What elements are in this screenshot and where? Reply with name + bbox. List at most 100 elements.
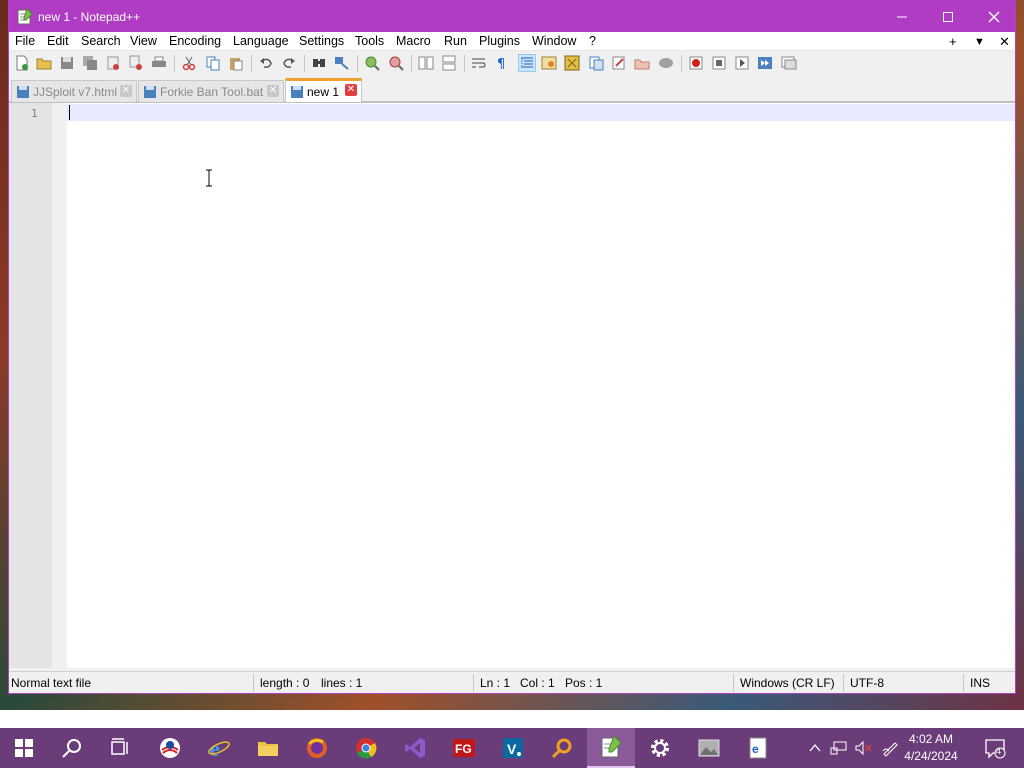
maximize-button[interactable] (925, 1, 971, 32)
tab-close-icon[interactable]: ✕ (120, 85, 132, 97)
taskbar-app-notepadpp[interactable] (587, 728, 635, 768)
function-list-icon[interactable] (587, 54, 605, 72)
add-tab-button[interactable]: + (949, 34, 957, 49)
find-icon[interactable] (310, 54, 328, 72)
taskbar-app-script-editor[interactable]: e (734, 728, 782, 768)
folder-icon[interactable] (633, 54, 651, 72)
user-language-icon[interactable] (540, 54, 558, 72)
menu-file[interactable]: File (15, 34, 35, 48)
clock-time[interactable]: 4:02 AM (896, 732, 966, 746)
undo-icon[interactable] (257, 54, 275, 72)
saved-file-icon (144, 85, 156, 98)
taskbar-app-fg[interactable]: FG (440, 728, 488, 768)
taskbar-app-photos[interactable] (685, 728, 733, 768)
playback-icon[interactable] (733, 54, 751, 72)
taskbar-app-ie[interactable]: e (195, 728, 243, 768)
status-encoding[interactable]: UTF-8 (850, 676, 884, 690)
show-all-chars-icon[interactable]: ¶ (493, 54, 511, 72)
zoom-in-icon[interactable] (363, 54, 381, 72)
minimize-icon (897, 16, 907, 17)
menu-search[interactable]: Search (81, 34, 121, 48)
magnifier-icon (551, 738, 572, 759)
fg-app-icon: FG (453, 739, 475, 757)
menu-window[interactable]: Window (532, 34, 576, 48)
status-line: Ln : 1 (480, 676, 511, 690)
minimize-button[interactable] (879, 1, 925, 32)
start-recording-icon[interactable] (687, 54, 705, 72)
menu-view[interactable]: View (130, 34, 157, 48)
replace-icon[interactable] (333, 54, 351, 72)
tab-label: Forkie Ban Tool.bat (160, 84, 264, 99)
taskbar-app-file-explorer[interactable] (244, 728, 292, 768)
stop-recording-icon[interactable] (710, 54, 728, 72)
save-macro-icon[interactable] (780, 54, 798, 72)
cut-icon[interactable] (180, 54, 198, 72)
title-bar[interactable]: new 1 - Notepad++ (9, 1, 1015, 32)
clock-date[interactable]: 4/24/2024 (896, 749, 966, 763)
taskbar-app-vegas[interactable]: V (489, 728, 537, 768)
taskbar-app-chrome[interactable] (342, 728, 390, 768)
menu-tools[interactable]: Tools (355, 34, 384, 48)
menu-run[interactable]: Run (444, 34, 467, 48)
paste-icon[interactable] (227, 54, 245, 72)
close-document-button[interactable]: ✕ (999, 34, 1010, 50)
start-button[interactable] (0, 728, 48, 768)
taskbar-app-settings[interactable] (636, 728, 684, 768)
volume-tray-button[interactable] (853, 738, 873, 758)
close-button[interactable] (971, 1, 1017, 32)
new-file-icon[interactable] (13, 54, 31, 72)
taskbar-search[interactable] (48, 728, 96, 768)
editor-area[interactable]: 1 (9, 102, 1015, 668)
zoom-out-icon[interactable] (387, 54, 405, 72)
status-eol[interactable]: Windows (CR LF) (740, 676, 835, 690)
close-file-icon[interactable] (104, 54, 122, 72)
sync-vertical-icon[interactable] (417, 54, 435, 72)
notepadpp-icon (601, 735, 622, 758)
status-insert-mode[interactable]: INS (970, 676, 990, 690)
desktop-strip (0, 710, 1024, 728)
menu-help[interactable]: ? (589, 34, 596, 48)
tab-jjsploit[interactable]: JJSploit v7.html ✕ (11, 80, 137, 102)
tab-close-icon[interactable]: ✕ (267, 85, 279, 97)
copy-icon[interactable] (204, 54, 222, 72)
tab-bar: JJSploit v7.html ✕ Forkie Ban Tool.bat ✕… (9, 78, 1015, 102)
tab-forkie-ban-tool[interactable]: Forkie Ban Tool.bat ✕ (138, 80, 284, 102)
tab-new-1[interactable]: new 1 ✕ (285, 78, 362, 102)
photos-icon (698, 739, 720, 757)
tab-list-dropdown[interactable]: ▼ (974, 36, 985, 48)
notepadpp-icon (17, 8, 33, 25)
word-wrap-icon[interactable] (470, 54, 488, 72)
menu-macro[interactable]: Macro (396, 34, 431, 48)
fold-margin[interactable] (51, 103, 67, 668)
menu-edit[interactable]: Edit (47, 34, 69, 48)
taskbar-app-visual-studio[interactable] (391, 728, 439, 768)
network-tray-button[interactable] (829, 738, 849, 758)
menu-bar: File Edit Search View Encoding Language … (9, 32, 1015, 51)
open-file-icon[interactable] (35, 54, 53, 72)
text-caret (69, 105, 70, 120)
taskbar-app-search-tool[interactable] (538, 728, 586, 768)
redo-icon[interactable] (280, 54, 298, 72)
menu-encoding[interactable]: Encoding (169, 34, 221, 48)
save-icon[interactable] (58, 54, 76, 72)
firefox-icon (307, 738, 327, 758)
monitoring-icon[interactable] (657, 54, 675, 72)
folder-as-workspace-icon[interactable] (610, 54, 628, 72)
toolbar: ¶ (9, 51, 1015, 76)
indent-guide-icon[interactable] (518, 54, 536, 72)
doc-map-icon[interactable] (563, 54, 581, 72)
menu-plugins[interactable]: Plugins (479, 34, 520, 48)
notifications-button[interactable]: 4 (983, 736, 1007, 760)
task-view-button[interactable] (96, 728, 144, 768)
show-hidden-icons-button[interactable] (805, 738, 825, 758)
sync-horizontal-icon[interactable] (440, 54, 458, 72)
tab-close-icon[interactable]: ✕ (345, 84, 357, 96)
taskbar-app-firefox[interactable] (293, 728, 341, 768)
print-icon[interactable] (150, 54, 168, 72)
menu-settings[interactable]: Settings (299, 34, 344, 48)
close-all-icon[interactable] (127, 54, 145, 72)
run-macro-multiple-icon[interactable] (756, 54, 774, 72)
taskbar-app-obama[interactable] (146, 728, 194, 768)
menu-language[interactable]: Language (233, 34, 289, 48)
save-all-icon[interactable] (81, 54, 99, 72)
